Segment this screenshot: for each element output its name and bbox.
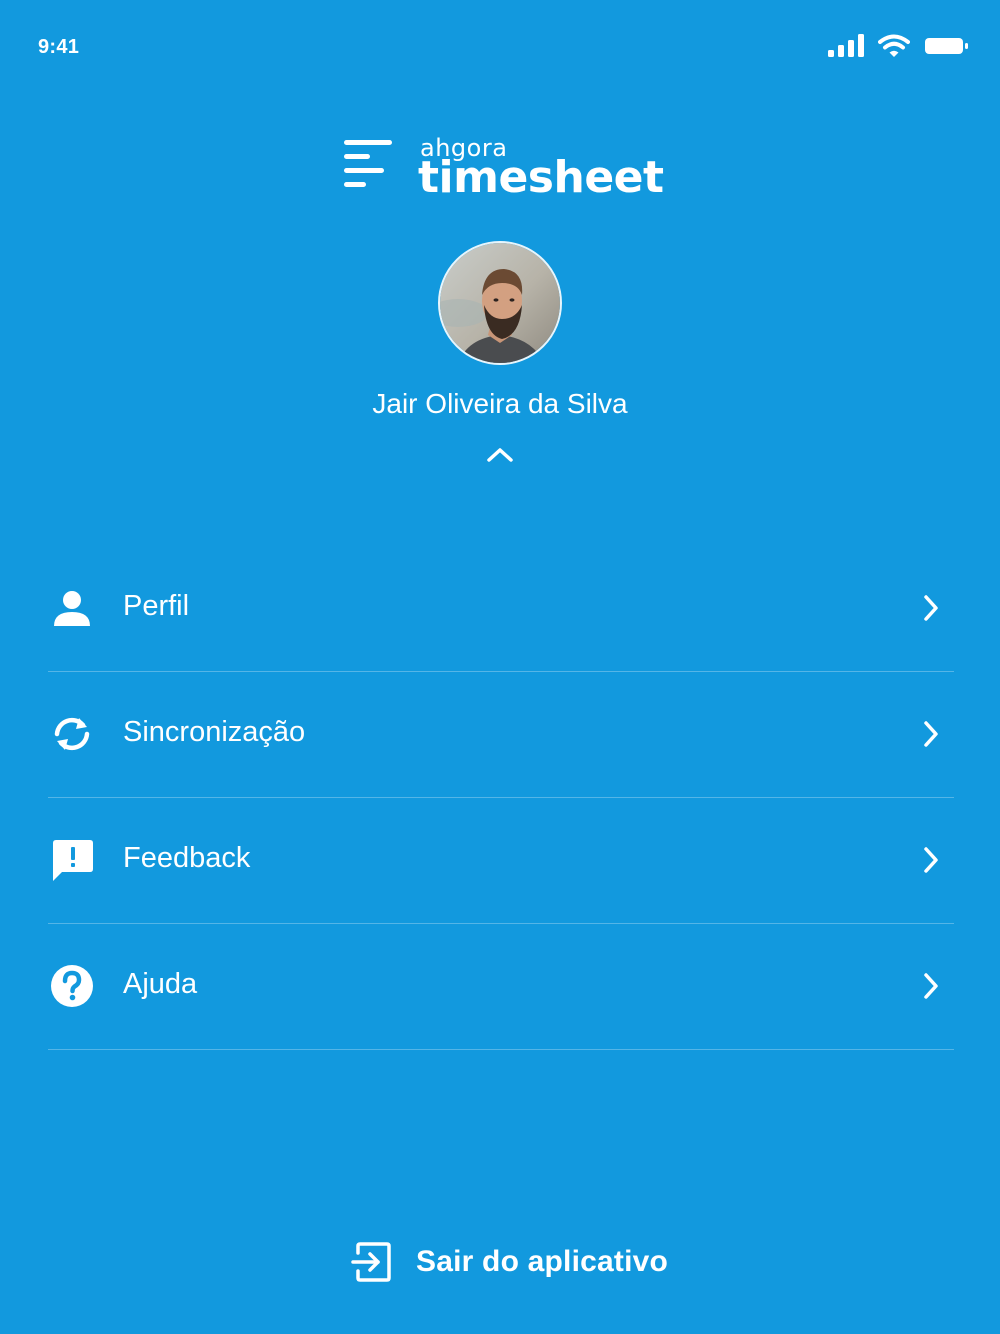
- collapse-toggle[interactable]: [484, 440, 516, 468]
- avatar-photo: [440, 243, 560, 363]
- exit-icon: [351, 1242, 391, 1282]
- wifi-icon: [878, 34, 910, 58]
- signal-icon: [828, 34, 864, 58]
- status-icons: [828, 34, 970, 58]
- chevron-right-icon: [922, 972, 940, 1005]
- timesheet-logo-icon: [344, 140, 392, 187]
- menu-item-label: Feedback: [123, 842, 251, 874]
- menu-item-label: Perfil: [123, 590, 190, 622]
- chevron-right-icon: [922, 720, 940, 753]
- chevron-up-icon: [487, 448, 513, 462]
- battery-icon: [924, 35, 970, 57]
- menu-item-sincronizacao[interactable]: Sincronização: [48, 672, 954, 798]
- help-icon: [48, 962, 96, 1010]
- menu-item-label: Sincronização: [123, 716, 306, 748]
- sync-icon: [48, 710, 96, 758]
- chevron-right-icon: [922, 594, 940, 627]
- menu-item-feedback[interactable]: Feedback: [48, 798, 954, 924]
- feedback-icon: [48, 836, 96, 884]
- logo-product-text: timesheet: [418, 152, 664, 203]
- user-name: Jair Oliveira da Silva: [372, 388, 628, 419]
- menu-item-perfil[interactable]: Perfil: [48, 546, 954, 672]
- status-time: 9:41: [38, 36, 80, 58]
- settings-menu: Perfil Sincronização Feedback Ajuda: [48, 546, 954, 1050]
- status-bar: 9:41: [0, 0, 1000, 96]
- logout-label: Sair do aplicativo: [416, 1245, 669, 1278]
- logout-button[interactable]: Sair do aplicativo: [350, 1236, 668, 1288]
- menu-item-label: Ajuda: [123, 968, 198, 1000]
- menu-item-ajuda[interactable]: Ajuda: [48, 924, 954, 1050]
- person-icon: [48, 584, 96, 632]
- user-avatar: [438, 241, 562, 365]
- app-logo: ahgora timesheet: [342, 132, 664, 204]
- chevron-right-icon: [922, 846, 940, 879]
